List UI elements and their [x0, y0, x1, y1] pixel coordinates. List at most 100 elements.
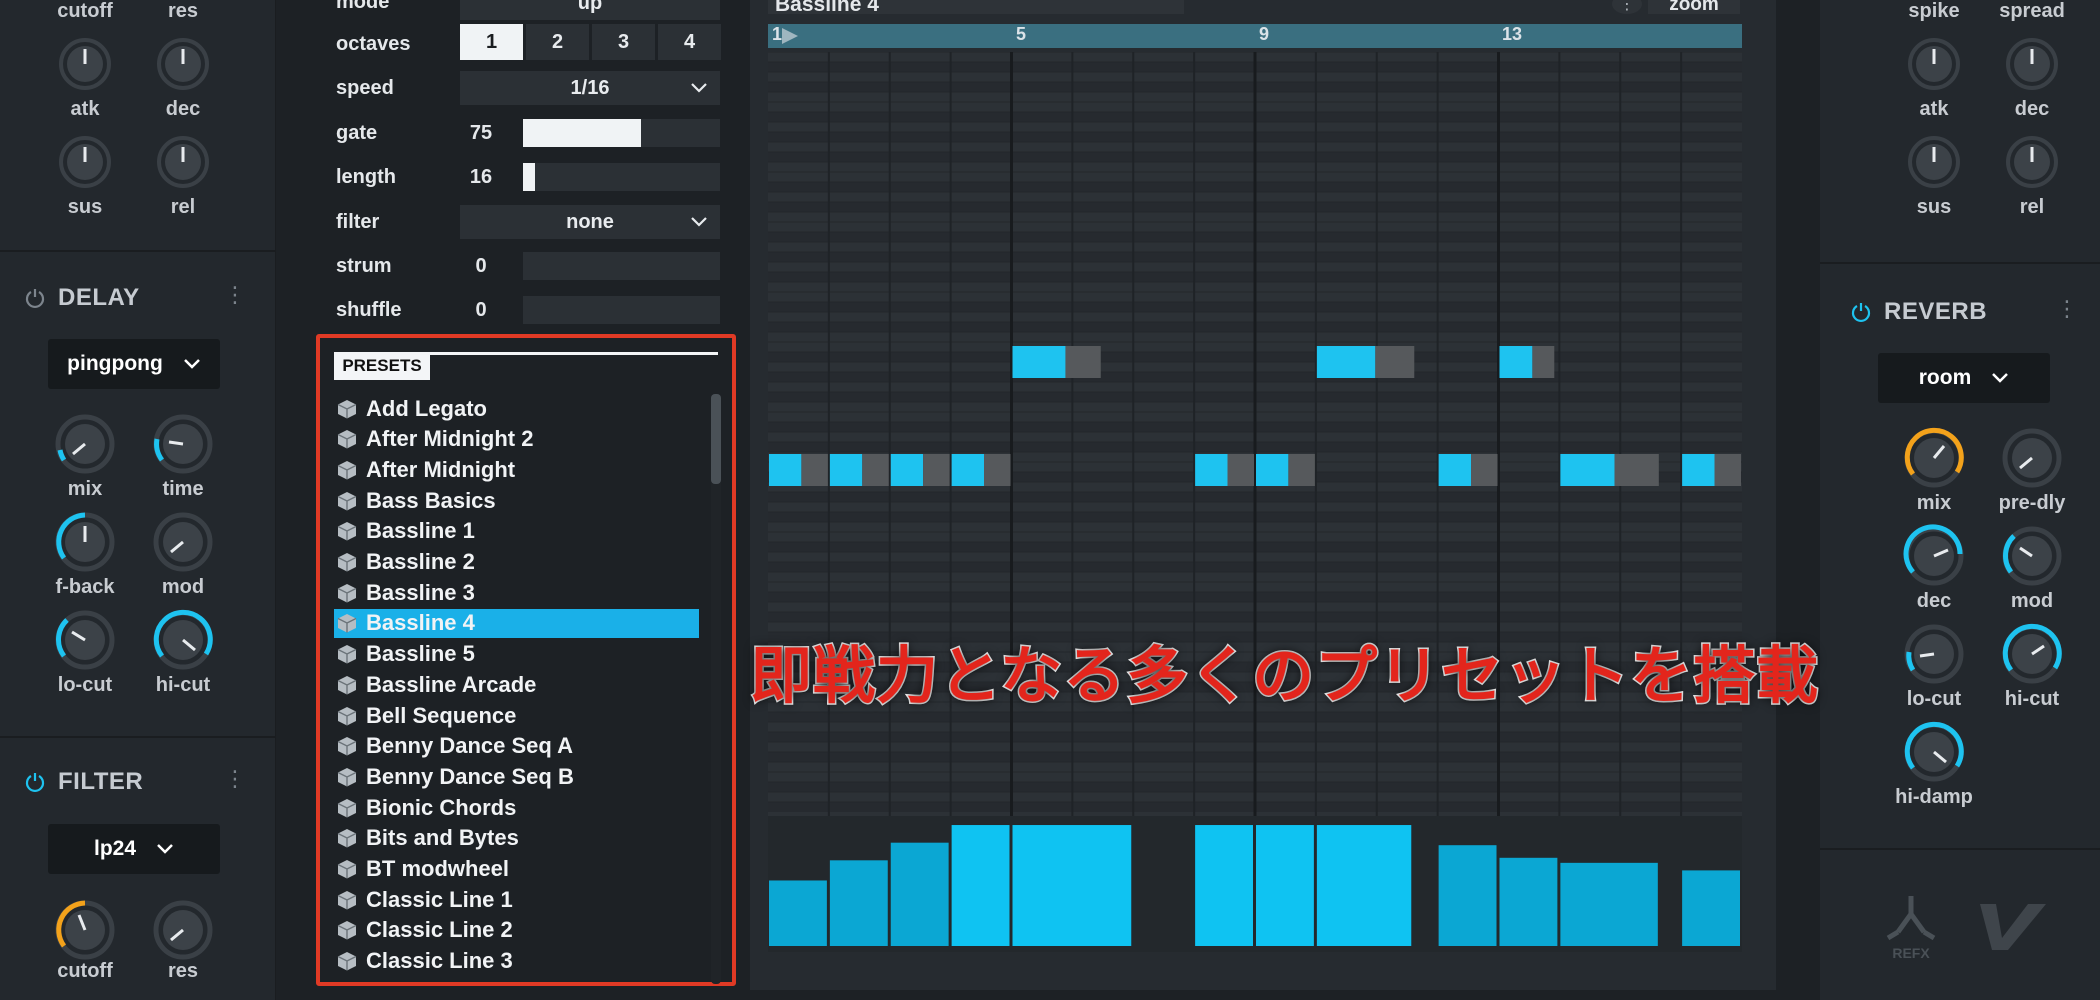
preset-item[interactable]: Bassline 3 — [334, 578, 699, 607]
knob-reverb-hicut[interactable]: hi-cut — [1982, 622, 2082, 712]
filter-menu-icon[interactable]: ⋮ — [224, 766, 246, 792]
knob-reverb-hidamp[interactable]: hi-damp — [1884, 720, 1984, 810]
knob-dial-icon — [2006, 38, 2058, 90]
knob-delay-time[interactable]: time — [133, 412, 233, 502]
preset-item[interactable]: Bassline 5 — [334, 640, 699, 669]
octave-button-3[interactable]: 3 — [592, 24, 655, 60]
knob-label: rel — [2019, 196, 2045, 218]
knob-dec-right[interactable]: dec — [1982, 98, 2082, 198]
note-tail — [1375, 346, 1415, 378]
gate-slider-fill — [523, 119, 642, 147]
knob-res-top[interactable]: res — [133, 0, 233, 100]
knob-delay-mix[interactable]: mix — [35, 412, 135, 502]
arp-speed-select[interactable]: 1/16 — [460, 71, 720, 105]
knob-reverb-mix[interactable]: mix — [1884, 426, 1984, 516]
velocity-bar — [1256, 825, 1314, 946]
power-icon[interactable] — [24, 287, 46, 309]
knob-atk-right[interactable]: atk — [1884, 98, 1984, 198]
presets-scrollbar-thumb[interactable] — [711, 394, 721, 484]
knob-dial-icon — [157, 38, 209, 90]
knob-spread[interactable]: spread — [1982, 0, 2082, 100]
length-slider[interactable] — [523, 163, 720, 191]
preset-label: Add Legato — [366, 395, 487, 421]
power-icon[interactable] — [1850, 301, 1872, 323]
param-value: 16 — [469, 165, 493, 188]
preset-item[interactable]: Classic Line 3 — [334, 947, 699, 976]
knob-delay-fback[interactable]: f-back — [35, 510, 135, 600]
arp-mode-select[interactable]: up — [460, 0, 720, 20]
knob-spike[interactable]: spike — [1884, 0, 1984, 100]
preset-label: Classic Line 3 — [366, 948, 513, 974]
param-value: 75 — [469, 121, 493, 144]
reverb-menu-icon[interactable]: ⋮ — [2056, 296, 2078, 322]
filter-header: FILTER — [24, 768, 143, 796]
preset-item[interactable]: Bits and Bytes — [334, 824, 699, 853]
chevron-down-icon — [691, 83, 707, 93]
knob-rel-right[interactable]: rel — [1982, 196, 2082, 226]
zoom-button[interactable]: zoom — [1648, 0, 1740, 15]
strum-slider[interactable] — [523, 252, 720, 280]
note-tail — [1227, 454, 1254, 486]
preset-item[interactable]: Benny Dance Seq A — [334, 732, 699, 761]
knob-delay-mod[interactable]: mod — [133, 510, 233, 600]
left-panel: cutoff res atk dec sus rel DELAY ⋮ pingp… — [0, 0, 276, 1000]
preset-item[interactable]: After Midnight — [334, 455, 699, 484]
preset-item[interactable]: Bassline 2 — [334, 548, 699, 577]
preset-item[interactable]: Add Legato — [334, 394, 699, 423]
knob-label: hi-damp — [1895, 786, 1973, 808]
preset-item[interactable]: Bionic Chords — [334, 793, 699, 822]
presets-tab[interactable]: PRESETS — [334, 352, 430, 380]
reverb-mode-dropdown[interactable]: room — [1878, 353, 2050, 403]
knob-delay-locut[interactable]: lo-cut — [35, 608, 135, 698]
knob-cutoff-top[interactable]: cutoff — [35, 0, 135, 100]
preset-item[interactable]: Classic Line 2 — [334, 916, 699, 945]
octave-button-1[interactable]: 1 — [460, 24, 523, 60]
octave-button-4[interactable]: 4 — [658, 24, 721, 60]
knob-atk[interactable]: atk — [35, 98, 135, 198]
knob-delay-hicut[interactable]: hi-cut — [133, 608, 233, 698]
param-value: 0 — [475, 254, 487, 277]
preset-item[interactable]: Bassline 4 — [334, 608, 699, 638]
preset-item[interactable]: After Midnight 2 — [334, 425, 699, 454]
knob-sus-right[interactable]: sus — [1884, 196, 1984, 226]
knob-reverb-predly[interactable]: pre-dly — [1982, 426, 2082, 516]
preset-label: Bionic Chords — [366, 794, 517, 820]
preset-item[interactable]: Bassline 1 — [334, 517, 699, 546]
preset-item[interactable]: BT modwheel — [334, 855, 699, 884]
knob-dec[interactable]: dec — [133, 98, 233, 198]
knob-filter-res[interactable]: res — [133, 898, 233, 998]
knob-reverb-mod[interactable]: mod — [1982, 524, 2082, 614]
knob-filter-cutoff[interactable]: cutoff — [35, 898, 135, 998]
presets-scrollbar[interactable] — [711, 394, 721, 984]
arp-gate-row: gate 75 — [336, 113, 506, 153]
knob-reverb-dec[interactable]: dec — [1884, 524, 1984, 614]
note-block — [1682, 454, 1715, 486]
preset-label: Benny Dance Seq B — [366, 763, 574, 789]
knob-reverb-locut[interactable]: lo-cut — [1884, 622, 1984, 712]
timeline-ruler[interactable] — [768, 24, 1742, 48]
note-block — [769, 454, 802, 486]
delay-menu-icon[interactable]: ⋮ — [224, 282, 246, 308]
delay-mode-dropdown[interactable]: pingpong — [48, 339, 220, 389]
preset-cube-icon — [337, 921, 357, 940]
preset-cube-icon — [337, 860, 357, 879]
velocity-lane[interactable] — [768, 816, 1742, 952]
preset-item[interactable]: Bass Basics — [334, 486, 699, 515]
power-icon[interactable] — [24, 771, 46, 793]
knob-rel[interactable]: rel — [133, 196, 233, 226]
preset-cube-icon — [337, 645, 357, 664]
shuffle-slider[interactable] — [523, 296, 720, 324]
preset-item[interactable]: Bassline Arcade — [334, 670, 699, 699]
knob-sus[interactable]: sus — [35, 196, 135, 226]
preset-cube-icon — [337, 583, 357, 603]
vengeance-logo-icon — [1980, 904, 2046, 950]
preset-item[interactable]: Benny Dance Seq B — [334, 762, 699, 791]
arp-filter-select[interactable]: none — [460, 205, 720, 239]
preset-item[interactable]: Classic Line 1 — [334, 885, 699, 914]
octave-button-2[interactable]: 2 — [526, 24, 589, 60]
preset-item[interactable]: Bell Sequence — [334, 701, 699, 730]
velocity-canvas[interactable] — [768, 816, 1742, 952]
filter-mode-dropdown[interactable]: lp24 — [48, 824, 220, 874]
velocity-bar — [1012, 825, 1132, 946]
gate-slider[interactable] — [523, 119, 720, 147]
